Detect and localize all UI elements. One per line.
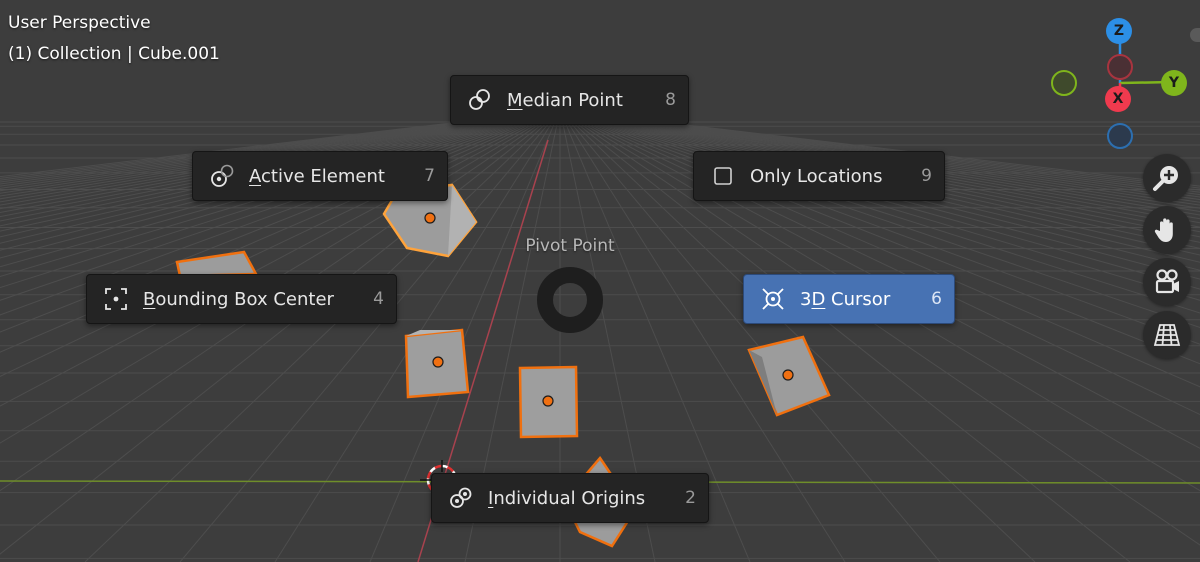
pie-item-bounding-box-center[interactable]: Bounding Box Center 4 (86, 274, 397, 324)
zoom-in-icon (1151, 162, 1183, 194)
pie-item-hotkey: 4 (373, 289, 384, 309)
gizmo-neg-y-axis[interactable] (1051, 70, 1077, 96)
pie-item-label: Median Point (507, 89, 623, 111)
orthographic-toggle-button[interactable] (1143, 311, 1191, 359)
pie-item-active-element[interactable]: Active Element 7 (192, 151, 448, 201)
pie-item-label: Only Locations (750, 165, 883, 187)
gizmo-collapse-arrow[interactable] (1190, 28, 1200, 42)
active-element-icon (209, 163, 235, 189)
individual-origins-icon (448, 485, 474, 511)
cube-left-back[interactable] (175, 250, 259, 278)
3d-cursor-icon (760, 286, 786, 312)
pie-item-hotkey: 6 (931, 289, 942, 309)
bounding-box-icon (103, 286, 129, 312)
cube-right[interactable] (747, 335, 831, 417)
camera-icon (1151, 266, 1183, 298)
hand-icon (1151, 214, 1183, 246)
pie-item-label: Bounding Box Center (143, 288, 334, 310)
pan-button[interactable] (1143, 206, 1191, 254)
median-point-icon (467, 87, 493, 113)
cube-center[interactable] (518, 365, 579, 439)
pie-item-hotkey: 2 (685, 488, 696, 508)
viewport-title: User Perspective (8, 13, 151, 33)
pie-item-label: 3D Cursor (800, 288, 891, 310)
checkbox-icon[interactable] (710, 163, 736, 189)
gizmo-y-axis[interactable]: Y (1161, 70, 1187, 96)
pie-item-label: Individual Origins (488, 487, 646, 509)
pie-item-only-locations[interactable]: Only Locations 9 (693, 151, 945, 201)
gizmo-neg-x-axis[interactable] (1107, 54, 1133, 80)
camera-view-button[interactable] (1143, 258, 1191, 306)
viewport-context: (1) Collection | Cube.001 (8, 44, 220, 64)
pie-item-hotkey: 8 (665, 90, 676, 110)
gizmo-z-axis[interactable]: Z (1106, 18, 1132, 44)
pie-item-hotkey: 7 (424, 166, 435, 186)
pie-menu-title: Pivot Point (525, 236, 615, 256)
pie-center-ring (537, 267, 603, 333)
pie-item-median-point[interactable]: Median Point 8 (450, 75, 689, 125)
pie-item-hotkey: 9 (921, 166, 932, 186)
zoom-button[interactable] (1143, 154, 1191, 202)
pie-item-label: Active Element (249, 165, 385, 187)
cube-center-left[interactable] (404, 328, 470, 399)
pie-item-3d-cursor[interactable]: 3D Cursor 6 (743, 274, 955, 324)
gizmo-x-axis[interactable]: X (1105, 86, 1131, 112)
pie-item-individual-origins[interactable]: Individual Origins 2 (431, 473, 709, 523)
grid-icon (1151, 319, 1183, 351)
gizmo-neg-z-axis[interactable] (1107, 123, 1133, 149)
